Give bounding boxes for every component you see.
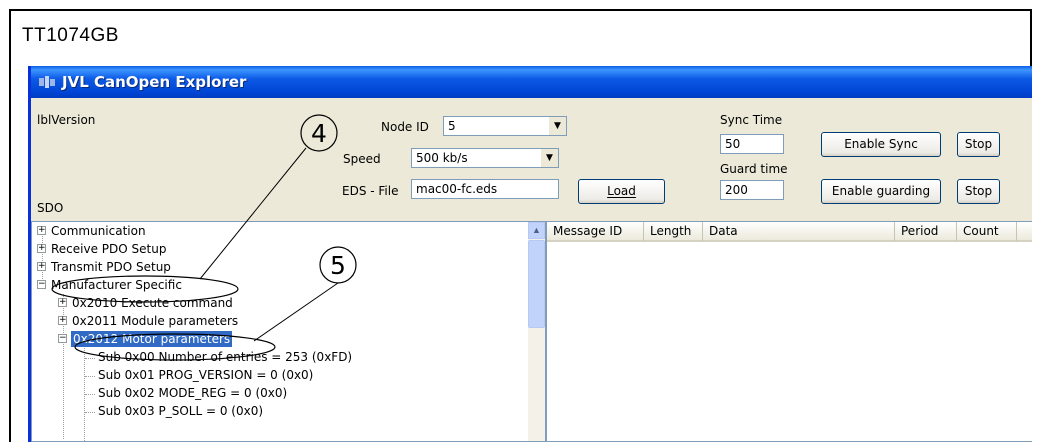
stop-sync-button[interactable]: Stop [957,132,1000,157]
tree-item[interactable]: Sub 0x01 PROG_VERSION = 0 (0x0) [98,366,313,384]
tree-item[interactable]: Sub 0x00 Number of entries = 253 (0xFD) [98,348,352,366]
expand-icon[interactable]: + [58,298,67,307]
speed-select[interactable]: 500 kb/s ▼ [411,148,559,168]
eds-file-input[interactable]: mac00-fc.eds [411,179,559,199]
sdo-tree[interactable]: + Communication + Receive PDO Setup + Tr… [31,221,546,442]
tree-scrollbar[interactable]: ▲ [528,222,545,441]
window-title: JVL CanOpen Explorer [62,73,247,91]
tree-guide-line [85,394,95,395]
tree-item-label: Transmit PDO Setup [51,260,171,274]
guard-time-label: Guard time [720,162,788,176]
enable-guarding-button[interactable]: Enable guarding [821,179,941,204]
expand-icon[interactable]: + [37,262,46,271]
tree-guide-line [84,348,85,441]
expand-icon[interactable]: + [37,244,46,253]
guard-time-input[interactable]: 200 [720,180,784,200]
scroll-thumb[interactable] [528,240,545,328]
speed-value: 500 kb/s [416,151,468,165]
speed-label: Speed [343,152,381,166]
collapse-icon[interactable]: − [37,280,46,289]
stop-guarding-button[interactable]: Stop [957,179,1000,204]
tree-guide-line [85,376,95,377]
column-header-data[interactable]: Data [703,222,895,242]
sync-time-label: Sync Time [720,113,783,127]
app-window: JVL CanOpen Explorer lblVersion SDO Node… [28,66,1032,442]
node-id-select[interactable]: 5 ▼ [443,116,567,136]
enable-sync-button[interactable]: Enable Sync [821,132,941,157]
column-header-length[interactable]: Length [644,222,703,242]
tree-item[interactable]: Sub 0x03 P_SOLL = 0 (0x0) [98,402,263,420]
tree-guide-line [85,358,95,359]
chevron-down-icon[interactable]: ▼ [541,149,558,167]
tree-item[interactable]: Sub 0x02 MODE_REG = 0 (0x0) [98,384,287,402]
version-label: lblVersion [37,113,96,127]
chevron-up-icon[interactable]: ▲ [528,222,545,239]
sdo-label: SDO [37,201,64,215]
tree-item-label: 0x2010 Execute command [72,296,233,310]
node-id-value: 5 [448,119,456,133]
sync-time-input[interactable]: 50 [720,134,784,154]
load-button[interactable]: Load [578,179,665,204]
tree-item-label: 0x2011 Module parameters [72,314,239,328]
load-button-label: Load [607,184,636,198]
column-header-count[interactable]: Count [957,222,1017,242]
chevron-down-icon[interactable]: ▼ [549,117,566,135]
column-header-spacer [1017,222,1032,242]
tree-item-label: Manufacturer Specific [51,278,182,292]
app-icon [39,76,55,88]
tree-item-label: 0x2012 Motor parameters [71,331,233,347]
expand-icon[interactable]: + [58,316,67,325]
eds-file-label: EDS - File [342,184,399,198]
tree-item-label: Receive PDO Setup [51,242,167,256]
document-id: TT1074GB [22,25,119,46]
expand-icon[interactable]: + [37,226,46,235]
node-id-label: Node ID [381,120,429,134]
column-header-period[interactable]: Period [895,222,957,242]
tree-guide-line [85,412,95,413]
message-list[interactable]: Message ID Length Data Period Count [546,221,1032,442]
tree-guide-line [42,231,43,285]
tree-item-label: Communication [51,224,146,238]
title-bar[interactable]: JVL CanOpen Explorer [31,66,1032,98]
collapse-icon[interactable]: − [58,334,67,343]
column-header-message-id[interactable]: Message ID [547,222,644,242]
